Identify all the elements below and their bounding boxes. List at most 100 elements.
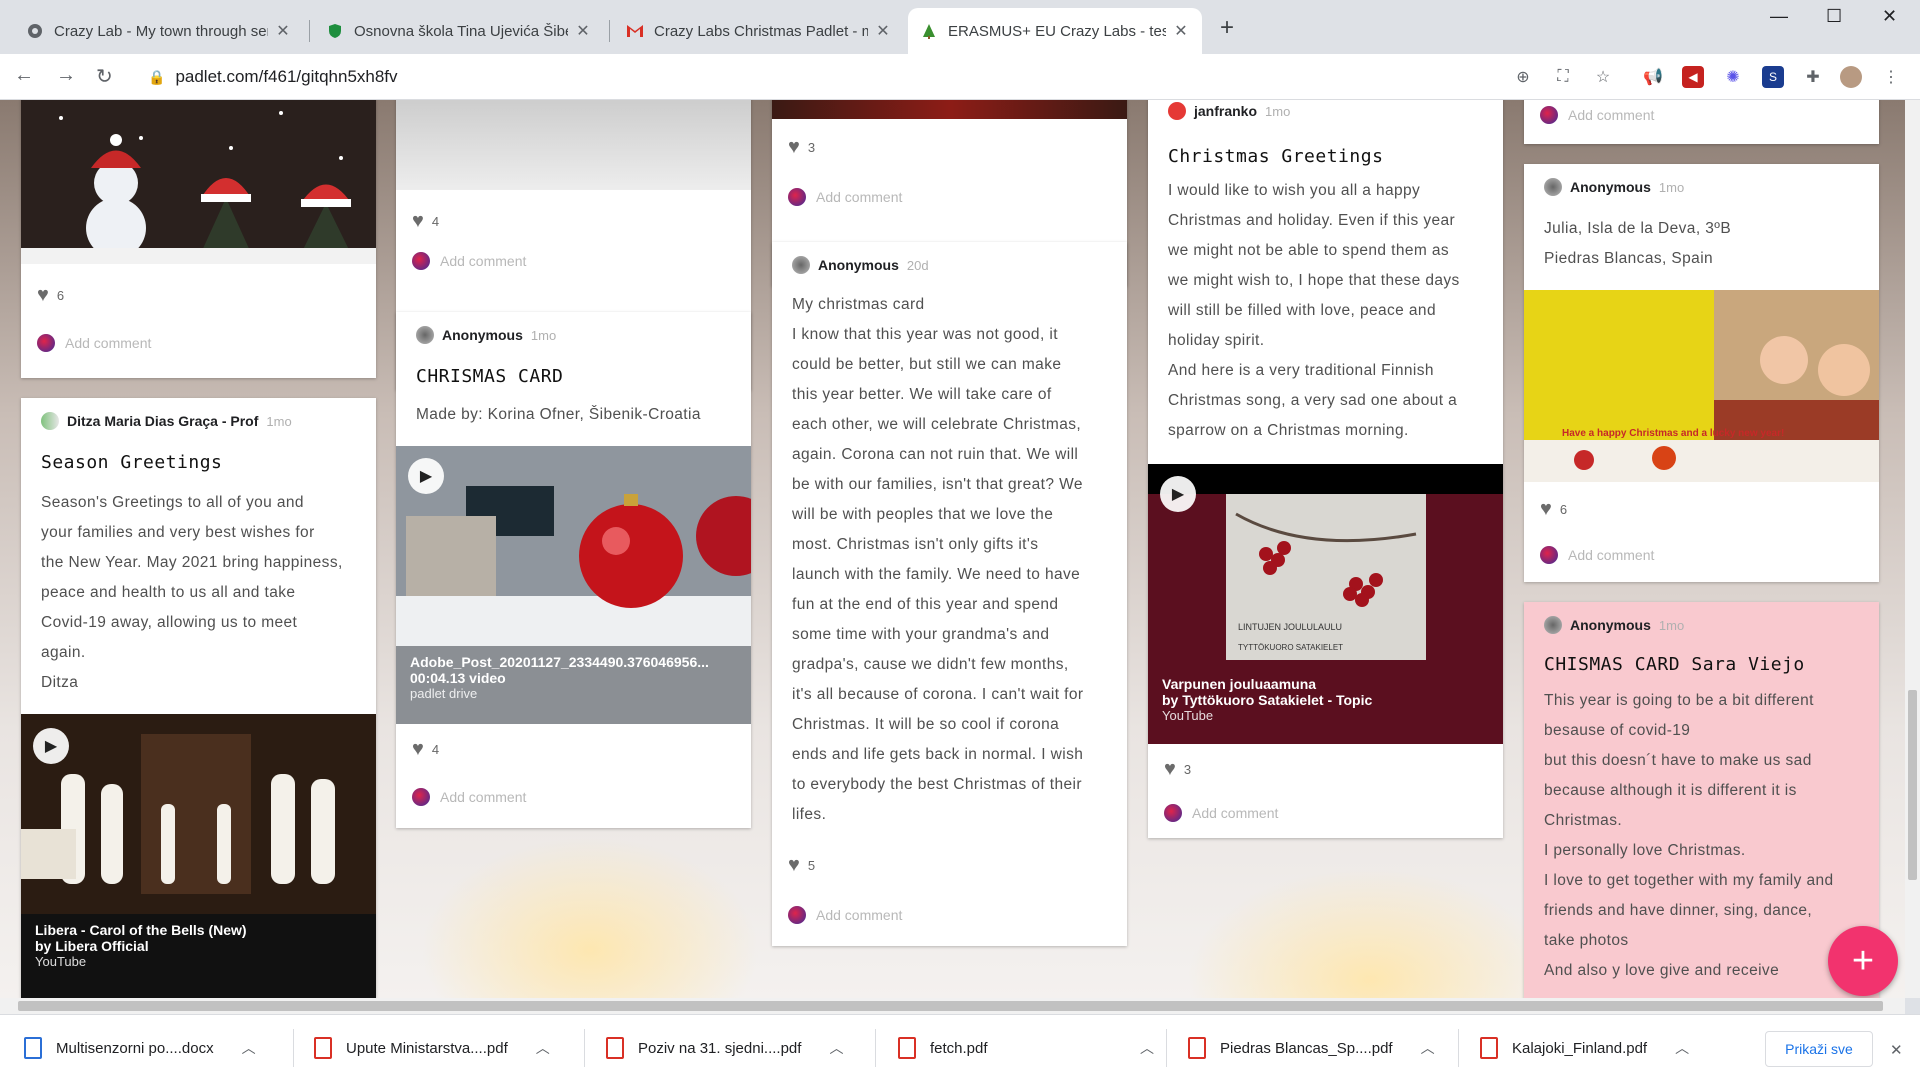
- download-item[interactable]: fetch.pdf ︿: [898, 1033, 1154, 1063]
- forward-icon[interactable]: →: [56, 64, 76, 87]
- video-embed-varpunen[interactable]: LINTUJEN JOULULAULU TYTTÖKUORO SATAKIELE…: [1148, 464, 1503, 744]
- add-comment-field[interactable]: Add comment: [37, 334, 151, 352]
- add-comment-label: Add comment: [440, 253, 527, 269]
- translate-icon[interactable]: ⛶: [1552, 66, 1574, 88]
- rowan-berries-thumbnail: LINTUJEN JOULULAULU TYTTÖKUORO SATAKIELE…: [1226, 494, 1426, 660]
- post-card-christmas-greetings[interactable]: janfranko 1mo Christmas Greetings I woul…: [1148, 100, 1503, 838]
- post-card-season-greetings[interactable]: Ditza Maria Dias Graça - Prof 1mo Season…: [21, 398, 376, 998]
- download-item[interactable]: Upute Ministarstva....pdf ︿: [314, 1033, 550, 1063]
- menu-dots-icon[interactable]: ⋮: [1880, 66, 1902, 88]
- show-all-downloads-button[interactable]: Prikaži sve: [1765, 1031, 1873, 1067]
- heart-icon: ♥: [788, 854, 800, 876]
- like-button[interactable]: ♥ 6: [37, 284, 64, 307]
- sparkle-extension-icon[interactable]: ✺: [1722, 66, 1744, 88]
- download-item[interactable]: Multisenzorni po....docx ︿: [24, 1033, 256, 1063]
- post-card-julia[interactable]: Anonymous 1mo Julia, Isla de la Deva, 3º…: [1524, 164, 1879, 582]
- tab-divider: [609, 20, 610, 42]
- tab-padlet-active[interactable]: ERASMUS+ EU Crazy Labs - testi ✕: [908, 8, 1202, 54]
- horizontal-scrollbar[interactable]: [0, 998, 1905, 1014]
- link-extension-icon[interactable]: S: [1762, 66, 1784, 88]
- post-card-sara-viejo[interactable]: Anonymous 1mo CHISMAS CARD Sara Viejo Th…: [1524, 602, 1879, 998]
- heart-icon: ♥: [412, 210, 424, 232]
- close-tab-icon[interactable]: ✕: [874, 21, 892, 41]
- commenter-avatar: [412, 788, 430, 806]
- author-name: Anonymous: [1570, 617, 1651, 633]
- add-comment-field[interactable]: Add comment: [788, 188, 902, 206]
- address-bar[interactable]: 🔒 padlet.com/f461/gitqhn5xh8fv: [136, 59, 1518, 95]
- video-caption: Adobe_Post_20201127_2334490.376046956...…: [396, 646, 751, 724]
- tab-gmail[interactable]: Crazy Labs Christmas Padlet - ma ✕: [614, 8, 904, 54]
- post-card-snowman[interactable]: ♥ 6 Add comment: [21, 100, 376, 378]
- author-avatar: [792, 256, 810, 274]
- post-card-my-christmas-card[interactable]: Anonymous 20d My christmas card I know t…: [772, 242, 1127, 946]
- download-item[interactable]: Poziv na 31. sjedni....pdf ︿: [606, 1033, 843, 1063]
- download-item[interactable]: Kalajoki_Finland.pdf ︿: [1480, 1033, 1689, 1063]
- add-comment-field[interactable]: Add comment: [1540, 546, 1654, 564]
- post-body-line: peace and health to us all and take: [41, 584, 296, 601]
- bookmark-star-icon[interactable]: ☆: [1592, 66, 1614, 88]
- minimize-icon[interactable]: —: [1770, 6, 1788, 27]
- post-body-line: Christmas. It will be so cool if corona: [792, 716, 1060, 733]
- red-decor-image: [772, 100, 1127, 119]
- play-icon[interactable]: ▶: [408, 458, 444, 494]
- new-tab-icon[interactable]: +: [1220, 14, 1234, 42]
- add-comment-field[interactable]: Add comment: [412, 252, 526, 270]
- add-comment-field[interactable]: Add comment: [1164, 804, 1278, 822]
- chevron-up-icon[interactable]: ︿: [536, 1038, 550, 1058]
- audio-extension-icon[interactable]: ◀: [1682, 66, 1704, 88]
- tab-osnovna-skola[interactable]: Osnovna škola Tina Ujevića Šiben ✕: [314, 8, 604, 54]
- chevron-up-icon[interactable]: ︿: [242, 1038, 256, 1058]
- profile-avatar[interactable]: [1840, 66, 1862, 88]
- close-tab-icon[interactable]: ✕: [1172, 21, 1190, 41]
- like-count: 6: [56, 288, 65, 303]
- like-button[interactable]: ♥ 3: [788, 136, 815, 159]
- play-icon[interactable]: ▶: [1160, 476, 1196, 512]
- back-icon[interactable]: ←: [14, 64, 34, 87]
- puzzle-extensions-icon[interactable]: ✚: [1802, 66, 1824, 88]
- like-button[interactable]: ♥ 4: [412, 210, 439, 233]
- close-window-icon[interactable]: ✕: [1882, 6, 1897, 27]
- post-body-line: I love to get together with my family an…: [1544, 872, 1834, 889]
- chevron-up-icon[interactable]: ︿: [829, 1038, 843, 1058]
- like-button[interactable]: ♥ 6: [1540, 498, 1567, 521]
- chevron-up-icon[interactable]: ︿: [1421, 1038, 1435, 1058]
- like-count: 4: [431, 742, 440, 757]
- post-time: 1mo: [1658, 617, 1685, 633]
- like-button[interactable]: ♥ 5: [788, 854, 815, 877]
- post-body-line: My christmas card: [792, 296, 925, 313]
- scrollbar-thumb[interactable]: [1908, 690, 1917, 880]
- megaphone-extension-icon[interactable]: 📢: [1642, 66, 1664, 88]
- add-comment-field[interactable]: Add comment: [412, 788, 526, 806]
- download-item[interactable]: Piedras Blancas_Sp....pdf ︿: [1188, 1033, 1435, 1063]
- tab-strip: Crazy Lab - My town through sens ✕ Osnov…: [0, 0, 1920, 54]
- play-icon[interactable]: ▶: [33, 728, 69, 764]
- add-comment-field[interactable]: Add comment: [1540, 106, 1654, 124]
- like-button[interactable]: ♥ 3: [1164, 758, 1191, 781]
- post-card-chrismas-card[interactable]: Anonymous 1mo CHRISMAS CARD Made by: Kor…: [396, 312, 751, 828]
- maximize-icon[interactable]: ☐: [1826, 6, 1842, 27]
- video-embed-libera[interactable]: ▶ Libera - Carol of the Bells (New) by L…: [21, 714, 376, 998]
- chevron-up-icon[interactable]: ︿: [1140, 1038, 1154, 1058]
- winter-image: [396, 100, 751, 190]
- snowman-image: [21, 100, 376, 264]
- close-tab-icon[interactable]: ✕: [574, 21, 592, 41]
- url-text: padlet.com/f461/gitqhn5xh8fv: [175, 67, 398, 86]
- add-post-button[interactable]: +: [1828, 926, 1898, 996]
- like-button[interactable]: ♥ 4: [412, 738, 439, 761]
- commenter-avatar: [1164, 804, 1182, 822]
- post-card-top-remnant[interactable]: Add comment: [1524, 100, 1879, 144]
- lock-icon: 🔒: [148, 68, 166, 85]
- tab-crazy-lab[interactable]: Crazy Lab - My town through sens ✕: [14, 8, 304, 54]
- download-filename: fetch.pdf: [930, 1039, 988, 1057]
- vertical-scrollbar[interactable]: [1905, 100, 1920, 998]
- close-tab-icon[interactable]: ✕: [274, 21, 292, 41]
- page-icon: [26, 22, 44, 40]
- gmail-icon: [626, 22, 644, 40]
- add-comment-field[interactable]: Add comment: [788, 906, 902, 924]
- scrollbar-thumb[interactable]: [18, 1001, 1883, 1011]
- chevron-up-icon[interactable]: ︿: [1675, 1038, 1689, 1058]
- close-downloads-icon[interactable]: ✕: [1890, 1035, 1903, 1065]
- install-icon[interactable]: ⊕: [1512, 66, 1534, 88]
- video-embed-adobe-post[interactable]: ▶ Adobe_Post_20201127_2334490.376046956.…: [396, 446, 751, 724]
- reload-icon[interactable]: ↻: [96, 64, 113, 89]
